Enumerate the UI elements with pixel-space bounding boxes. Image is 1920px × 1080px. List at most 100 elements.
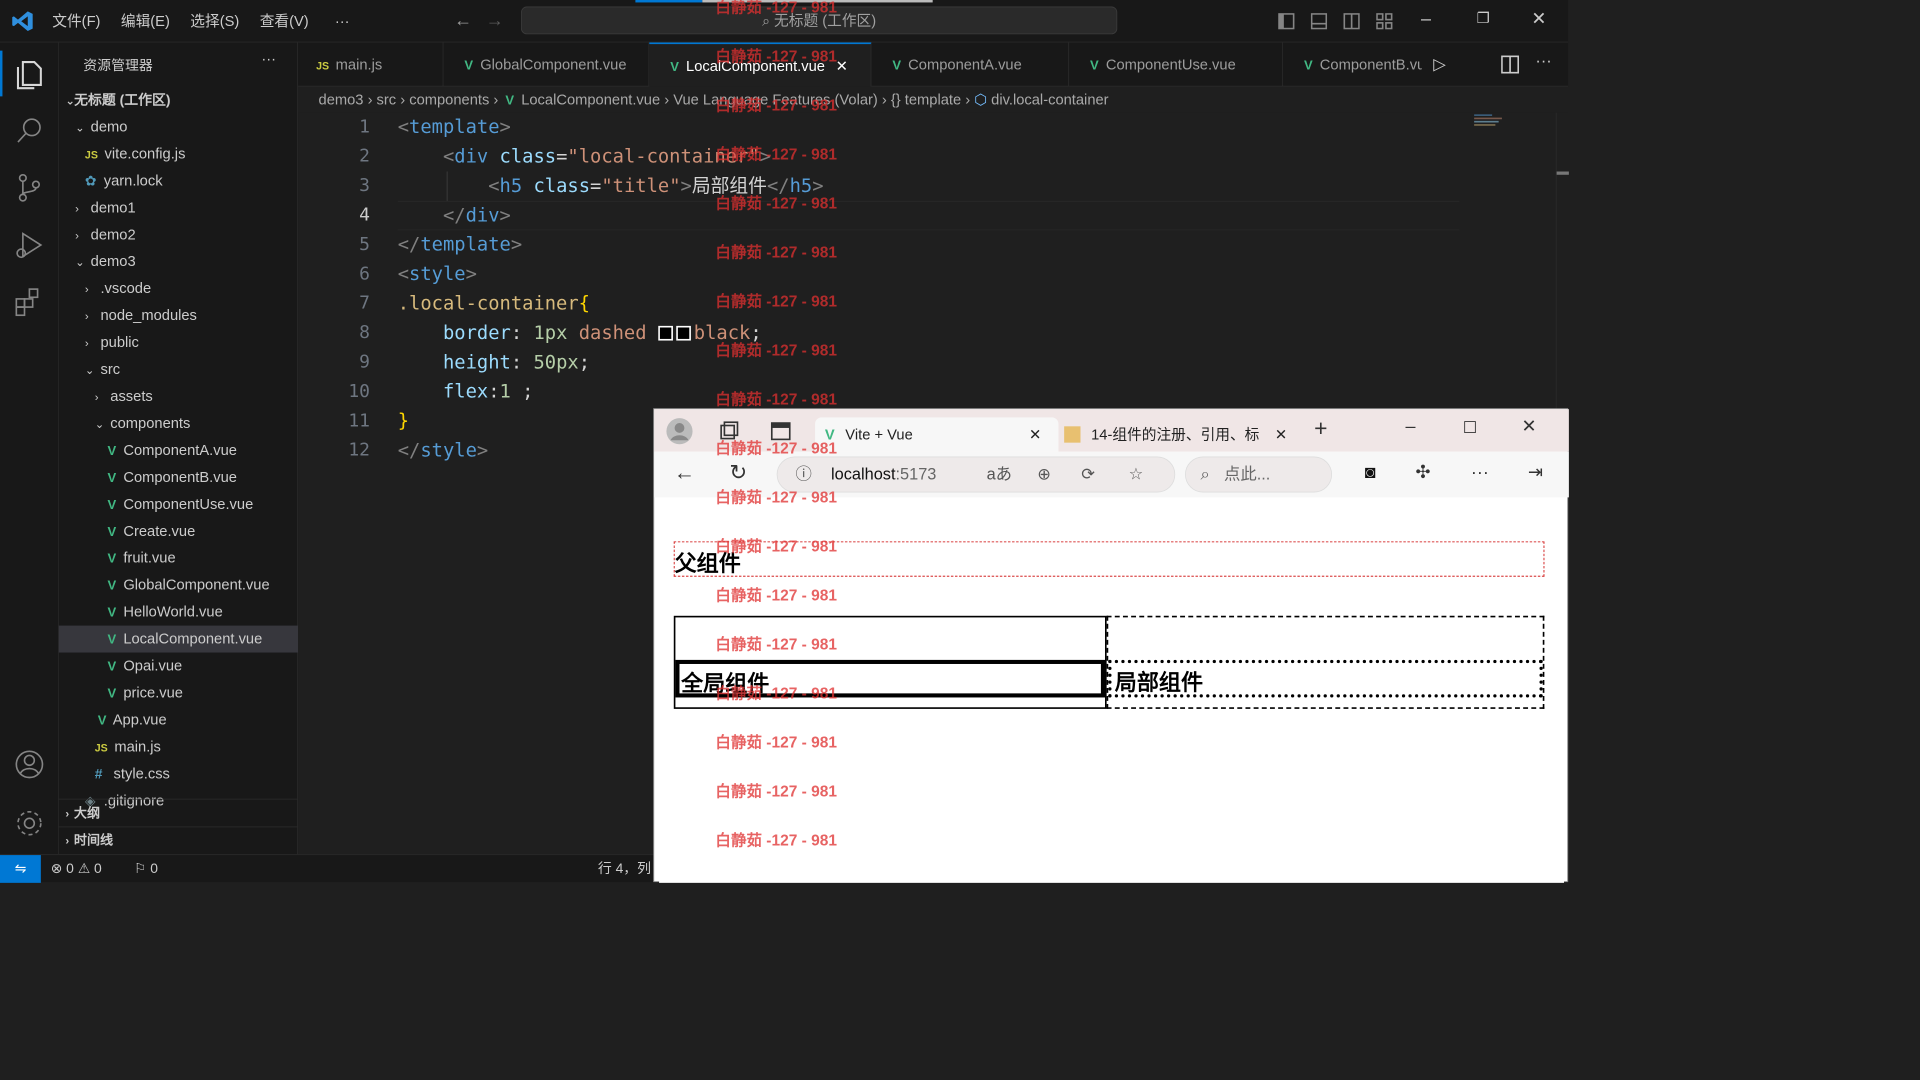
menu-more[interactable]: ··· [335, 0, 350, 42]
edge-refresh-icon[interactable]: ⟳ [1081, 457, 1095, 491]
minimap[interactable] [1474, 113, 1507, 133]
tree-item-label: demo3 [90, 253, 136, 270]
breadcrumb-item[interactable]: LocalComponent.vue [521, 91, 660, 107]
browser-tab[interactable]: 14-组件的注册、引用、标 ✕ [1061, 417, 1298, 451]
address-bar[interactable]: ⓘ localhost:5173 aあ ⊕ ⟳ ☆ [776, 456, 1176, 493]
sidebar-toggle-icon[interactable]: ⇥ [1528, 461, 1543, 482]
tree-item[interactable]: › public [59, 329, 298, 356]
workspaces-icon[interactable] [718, 421, 739, 442]
copilot-icon[interactable]: ◙ [1365, 461, 1376, 482]
browser-more-icon[interactable]: ··· [1471, 461, 1489, 482]
tab-main-js[interactable]: JS main.js [298, 42, 444, 87]
tree-item[interactable]: V App.vue [59, 706, 298, 733]
tree-item[interactable]: V Opai.vue [59, 653, 298, 680]
browser-tab-active[interactable]: V Vite + Vue ✕ [815, 417, 1059, 452]
nav-forward-icon[interactable]: → [486, 10, 504, 31]
tree-item[interactable]: V ComponentA.vue [59, 437, 298, 464]
extensions-icon[interactable] [11, 284, 47, 320]
maximize-icon[interactable]: ☐ [1463, 417, 1478, 437]
tree-item[interactable]: › node_modules [59, 302, 298, 329]
tab-componentuse[interactable]: V ComponentUse.vue [1069, 42, 1284, 87]
back-icon[interactable]: ← [674, 460, 695, 485]
breadcrumb-item[interactable]: {} template [891, 91, 961, 107]
search-icon[interactable] [11, 113, 47, 149]
settings-gear-icon[interactable] [11, 805, 47, 841]
remote-indicator-icon[interactable]: ⇋ [0, 855, 41, 883]
source-control-icon[interactable] [11, 170, 47, 206]
tree-item[interactable]: V HelloWorld.vue [59, 599, 298, 626]
tree-item[interactable]: V LocalComponent.vue [58, 625, 299, 653]
accounts-icon[interactable] [11, 746, 47, 782]
favorite-star-icon[interactable]: ☆ [1129, 457, 1144, 491]
tree-item[interactable]: V fruit.vue [59, 545, 298, 572]
tree-item[interactable]: ⌄ components [59, 410, 298, 437]
restore-icon[interactable]: ❐ [1477, 10, 1490, 27]
close-tab-icon[interactable]: ✕ [1029, 417, 1041, 451]
extensions-icon[interactable]: ✣ [1415, 461, 1430, 482]
tree-item[interactable]: V GlobalComponent.vue [59, 572, 298, 599]
zoom-icon[interactable]: ⊕ [1037, 457, 1051, 491]
breadcrumb-item[interactable]: Vue Language Features (Volar) [673, 91, 878, 107]
run-icon[interactable]: ▷ [1433, 54, 1446, 74]
tree-item[interactable]: ✿ yarn.lock [59, 167, 298, 194]
problems-indicator[interactable]: ⊗ 0 ⚠ 0 [51, 855, 102, 883]
cursor-position[interactable]: 行 4，列 [598, 855, 651, 883]
close-tab-icon[interactable]: ✕ [829, 58, 848, 74]
breadcrumb-item[interactable]: src [377, 91, 397, 107]
close-window-icon[interactable]: ✕ [1531, 8, 1546, 29]
command-center-search[interactable]: ⌕ 无标题 (工作区) [521, 6, 1118, 35]
menu-selection[interactable]: 选择(S) [190, 0, 239, 42]
tree-item[interactable]: › demo2 [59, 221, 298, 248]
menu-edit[interactable]: 编辑(E) [121, 0, 170, 42]
more-actions-icon[interactable]: ··· [1535, 52, 1551, 71]
close-tab-icon[interactable]: ✕ [1275, 417, 1287, 451]
tree-item[interactable]: V Create.vue [59, 518, 298, 545]
breadcrumb-item[interactable]: components [409, 91, 489, 107]
toggle-panel-icon[interactable] [1310, 13, 1328, 30]
tab-componenta[interactable]: V ComponentA.vue [871, 42, 1070, 87]
run-debug-icon[interactable] [11, 227, 47, 263]
tree-item[interactable]: › assets [59, 383, 298, 410]
profile-avatar-icon[interactable] [666, 417, 694, 445]
workspace-header[interactable]: ⌄ 无标题 (工作区) [59, 87, 298, 114]
new-tab-icon[interactable]: + [1314, 416, 1327, 442]
refresh-icon[interactable]: ↻ [729, 460, 747, 485]
vertical-tabs-icon[interactable] [770, 421, 791, 442]
explorer-icon[interactable] [11, 56, 47, 92]
split-editor-icon[interactable] [1501, 55, 1520, 74]
tree-item[interactable]: V ComponentUse.vue [59, 491, 298, 518]
tree-item[interactable]: V price.vue [59, 679, 298, 706]
customize-layout-icon[interactable] [1376, 13, 1393, 30]
minimize-icon[interactable]: – [1421, 8, 1431, 29]
color-swatch-icon[interactable] [657, 325, 673, 341]
sidebar-more-icon[interactable]: ··· [261, 51, 276, 68]
timeline-section[interactable]: › 时间线 [59, 827, 298, 854]
vue-file-icon: V [107, 552, 117, 566]
tree-item[interactable]: ⌄ src [59, 356, 298, 383]
outline-section[interactable]: › 大纲 [59, 800, 298, 827]
breadcrumb-item[interactable]: div.local-container [991, 91, 1108, 107]
tree-item[interactable]: ⌄ demo [59, 114, 298, 141]
menu-file[interactable]: 文件(F) [52, 0, 100, 42]
tree-item[interactable]: › demo1 [59, 194, 298, 221]
color-swatch-icon[interactable] [675, 325, 691, 341]
tree-item[interactable]: › .vscode [59, 275, 298, 302]
minimize-icon[interactable]: – [1406, 416, 1416, 437]
tree-item[interactable]: JS main.js [59, 733, 298, 760]
ports-indicator[interactable]: ⚐ 0 [134, 855, 158, 883]
browser-search-box[interactable]: ⌕ 点此... [1185, 456, 1333, 493]
tab-globalcomponent[interactable]: V GlobalComponent.vue [443, 42, 650, 87]
breadcrumb-item[interactable]: demo3 [298, 91, 364, 107]
menu-view[interactable]: 查看(V) [260, 0, 309, 42]
tree-item[interactable]: V ComponentB.vue [59, 464, 298, 491]
close-window-icon[interactable]: ✕ [1522, 416, 1537, 437]
tree-item[interactable]: # style.css [59, 760, 298, 787]
toggle-secondary-sidebar-icon[interactable] [1343, 13, 1360, 30]
tree-item[interactable]: ⌄ demo3 [59, 248, 298, 275]
tree-item[interactable]: JS vite.config.js [59, 140, 298, 167]
tab-componentb[interactable]: V ComponentB.vu [1283, 42, 1422, 86]
nav-back-icon[interactable]: ← [454, 10, 472, 31]
tab-localcomponent[interactable]: V LocalComponent.vue ✕ [649, 42, 872, 87]
read-aloud-icon[interactable]: aあ [987, 457, 1012, 491]
toggle-primary-sidebar-icon[interactable] [1278, 13, 1295, 30]
